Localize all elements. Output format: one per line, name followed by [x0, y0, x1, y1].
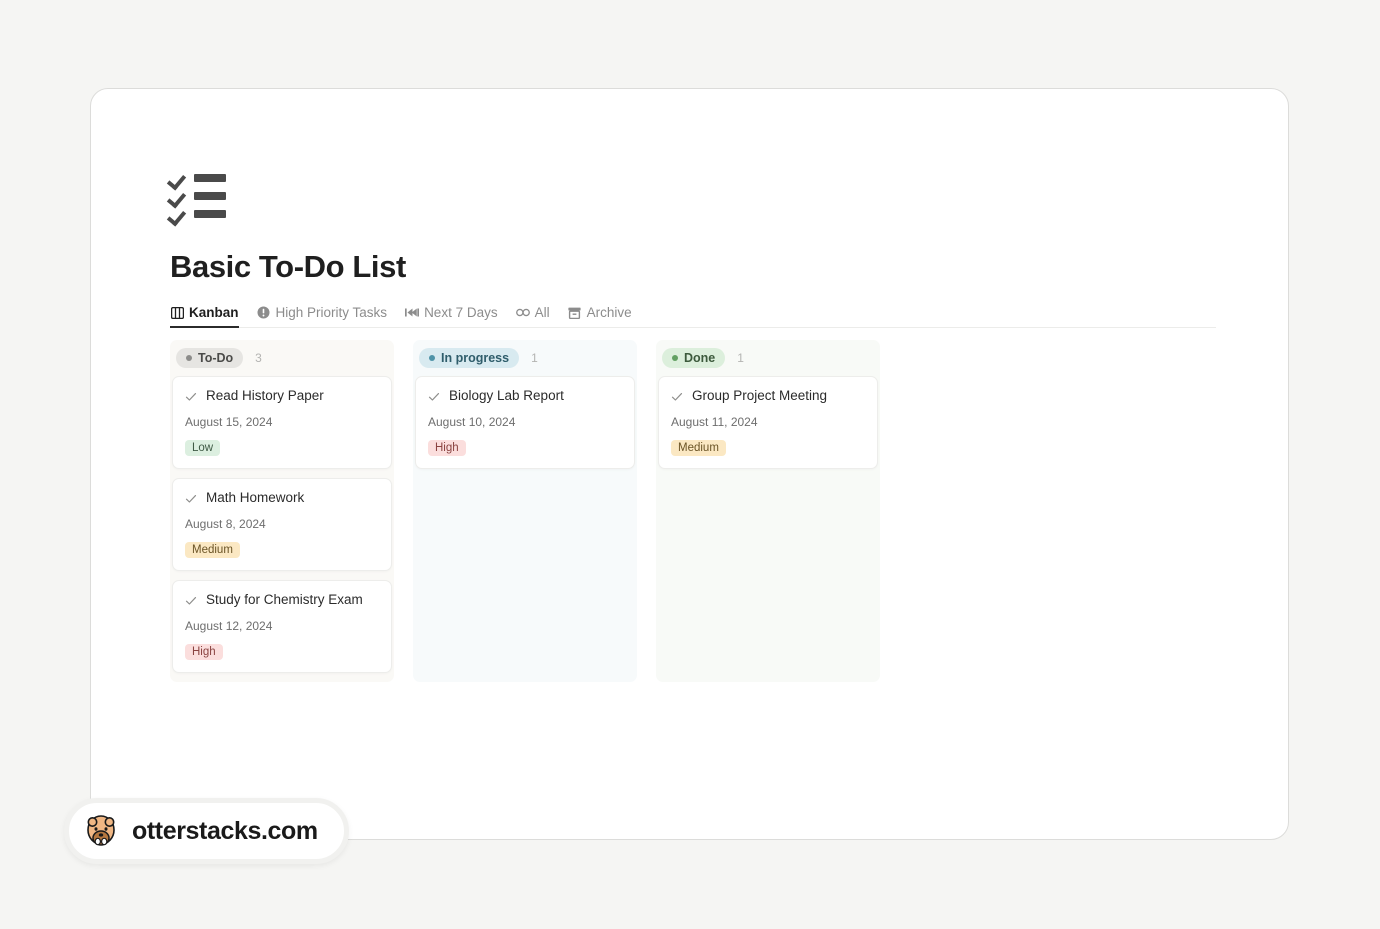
column-status-pill[interactable]: Done [662, 348, 726, 368]
column-count: 1 [531, 351, 538, 365]
column-count: 1 [737, 351, 744, 365]
task-title: Biology Lab Report [449, 388, 564, 403]
page-title: Basic To-Do List [170, 249, 406, 284]
checkmark-icon[interactable] [185, 390, 197, 402]
column-name: Done [684, 351, 716, 365]
column-header: To-Do 3 [170, 348, 394, 376]
skip-forward-icon [405, 306, 420, 320]
task-title: Read History Paper [206, 388, 324, 403]
tab-high-priority-tasks[interactable]: High Priority Tasks [257, 305, 388, 327]
tab-bar: Kanban High Priority Tasks Next 7 Days All A… [170, 305, 1216, 328]
task-card[interactable]: Math Homework August 8, 2024 Medium [172, 478, 392, 571]
task-title: Math Homework [206, 490, 305, 505]
app-window: Basic To-Do List Kanban High Priority Tas… [90, 88, 1289, 840]
checkmark-icon[interactable] [428, 390, 440, 402]
tab-label: High Priority Tasks [275, 305, 388, 320]
watermark-badge: otterstacks.com [64, 798, 349, 864]
task-card[interactable]: Study for Chemistry Exam August 12, 2024 H… [172, 580, 392, 673]
checklist-icon [170, 171, 226, 221]
status-dot-icon [429, 355, 435, 361]
task-card[interactable]: Group Project Meeting August 11, 2024 Medi… [658, 376, 878, 469]
kanban-column-to-do: To-Do 3 Read History Paper August 15, 2024 L… [170, 340, 394, 682]
tab-label: Next 7 Days [424, 305, 498, 320]
task-due-date: August 10, 2024 [428, 415, 516, 429]
kanban-board: To-Do 3 Read History Paper August 15, 2024 L… [170, 340, 1288, 682]
column-status-pill[interactable]: To-Do [176, 348, 244, 368]
task-title-row: Group Project Meeting [671, 388, 865, 403]
priority-tag: High [428, 440, 466, 456]
exclamation-circle-icon [257, 306, 271, 320]
priority-tag: Low [185, 440, 221, 456]
kanban-column-done: Done 1 Group Project Meeting August 11, 202… [656, 340, 880, 682]
infinity-icon [515, 306, 530, 320]
status-dot-icon [672, 355, 678, 361]
task-title-row: Read History Paper [185, 388, 379, 403]
priority-tag: Medium [185, 542, 240, 558]
tab-label: All [534, 305, 550, 320]
column-name: To-Do [198, 351, 234, 365]
column-count: 3 [255, 351, 262, 365]
otter-avatar-icon [87, 815, 115, 846]
tab-archive[interactable]: Archive [568, 305, 632, 327]
status-dot-icon [186, 355, 192, 361]
task-title-row: Study for Chemistry Exam [185, 592, 379, 607]
task-title: Study for Chemistry Exam [206, 592, 363, 607]
task-due-date: August 8, 2024 [185, 517, 266, 531]
task-due-date: August 12, 2024 [185, 619, 273, 633]
tab-kanban[interactable]: Kanban [170, 305, 239, 328]
tab-label: Kanban [189, 305, 239, 320]
task-title-row: Biology Lab Report [428, 388, 622, 403]
task-title-row: Math Homework [185, 490, 379, 505]
column-status-pill[interactable]: In progress [419, 348, 520, 368]
watermark-text: otterstacks.com [132, 816, 318, 845]
checkmark-icon[interactable] [671, 390, 683, 402]
task-card[interactable]: Read History Paper August 15, 2024 Low [172, 376, 392, 469]
archive-box-icon [568, 306, 582, 320]
kanban-column-in-progress: In progress 1 Biology Lab Report August 10,… [413, 340, 637, 682]
column-name: In progress [441, 351, 510, 365]
checkmark-icon[interactable] [185, 594, 197, 606]
column-header: In progress 1 [413, 348, 637, 376]
tab-next-7-days[interactable]: Next 7 Days [405, 305, 498, 327]
tab-label: Archive [586, 305, 632, 320]
checkmark-icon[interactable] [185, 492, 197, 504]
task-title: Group Project Meeting [692, 388, 828, 403]
task-due-date: August 11, 2024 [671, 415, 758, 429]
column-header: Done 1 [656, 348, 880, 376]
priority-tag: High [185, 644, 223, 660]
board-columns-icon [170, 306, 184, 320]
task-card[interactable]: Biology Lab Report August 10, 2024 High [415, 376, 635, 469]
priority-tag: Medium [671, 440, 726, 456]
task-due-date: August 15, 2024 [185, 415, 273, 429]
tab-all[interactable]: All [515, 305, 550, 327]
